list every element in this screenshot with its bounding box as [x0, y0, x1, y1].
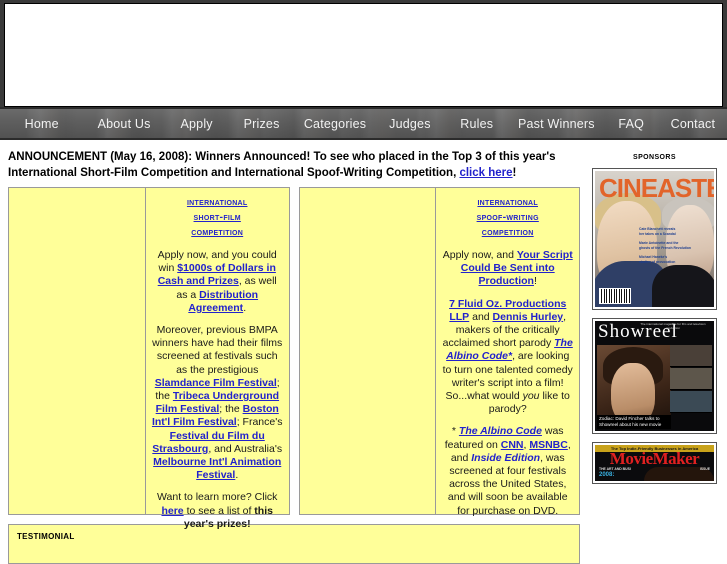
- melbourne-link[interactable]: Melbourne Int'l Animation Festival: [153, 456, 281, 481]
- announcement-banner: ANNOUNCEMENT (May 16, 2008): Winners Ann…: [8, 149, 580, 181]
- sponsor-moviemaker[interactable]: The Top Indie-Friendly Businesses in Ame…: [592, 442, 717, 484]
- spoof-writing-competition-title-link[interactable]: International Spoof-Writing Competition: [441, 195, 574, 240]
- sponsors-sidebar: Sponsors CINEASTE Cate Blanchett reveals…: [586, 140, 727, 564]
- dennis-hurley-link[interactable]: Dennis Hurley: [493, 311, 564, 323]
- spoof-title-line-2: Spoof-Writing: [476, 211, 539, 223]
- banner-wrapper: [0, 0, 727, 107]
- cineaste-wordmark: CINEASTE: [599, 173, 714, 203]
- spoof-p1-b: !: [533, 275, 537, 288]
- showreel-tagline: The international magazine for film and …: [640, 322, 706, 330]
- nav-item-faq[interactable]: FAQ: [604, 117, 659, 131]
- slamdance-link[interactable]: Slamdance Film Festival: [155, 377, 277, 389]
- moviemaker-wordmark: MovieMaker: [609, 449, 700, 468]
- moviemaker-cover-image: The Top Indie-Friendly Businesses in Ame…: [595, 445, 714, 481]
- nav-item-rules[interactable]: Rules: [445, 117, 509, 131]
- showreel-cover-caption: Zodiac: David Fincher talks to Showreel …: [597, 415, 671, 429]
- film-p2-a: Moreover, previous BMPA winners have had…: [152, 324, 283, 376]
- nav-item-judges[interactable]: Judges: [375, 117, 444, 131]
- announcement-line-2-post: !: [512, 167, 517, 179]
- cnn-link[interactable]: CNN: [501, 439, 524, 451]
- moviemaker-sub-right: ISSUE: [699, 467, 710, 471]
- film-paragraph-3: Want to learn more? Click here to see a …: [151, 491, 284, 531]
- here-link[interactable]: here: [161, 505, 183, 517]
- moviemaker-year: 2008:: [599, 472, 615, 478]
- nav-item-categories[interactable]: Categories: [295, 117, 376, 131]
- short-film-competition-title-link[interactable]: International Short-Film Competition: [151, 195, 284, 240]
- cineaste-barcode: [599, 288, 631, 304]
- albino-code-footnote-link[interactable]: The Albino Code: [459, 425, 542, 437]
- short-film-competition-image: [9, 188, 146, 514]
- showreel-thumb-2: [670, 368, 712, 390]
- film-p2-d: ; France's: [236, 416, 283, 429]
- film-paragraph-2: Moreover, previous BMPA winners have had…: [151, 324, 284, 482]
- film-paragraph-1: Apply now, and you could win $1000s of D…: [151, 249, 284, 315]
- cineaste-cover-blurbs: Cate Blanchett reveals her takes on a Sc…: [639, 227, 701, 265]
- main-navigation[interactable]: Home About Us Apply Prizes Categories Ju…: [0, 107, 727, 140]
- testimonial-heading: Testimonial: [17, 530, 75, 542]
- nav-item-home[interactable]: Home: [0, 117, 83, 131]
- short-film-competition-box: International Short-Film Competition Apply…: [8, 187, 290, 530]
- nav-item-prizes[interactable]: Prizes: [228, 117, 294, 131]
- film-p3-b: to see a list of: [183, 504, 255, 517]
- msnbc-link[interactable]: MSNBC: [529, 439, 568, 451]
- cineaste-body-right: [652, 265, 714, 307]
- spoof-paragraph-3: * The Albino Code was featured on CNN, M…: [441, 425, 574, 517]
- nav-item-past-winners[interactable]: Past Winners: [509, 117, 604, 131]
- moviemaker-sub-left: THE ART AND BUSI: [599, 467, 631, 471]
- cineaste-blurb-6: studies of provocation: [639, 260, 676, 264]
- announcement-click-here-link[interactable]: click here: [459, 167, 512, 179]
- announcement-line-1: ANNOUNCEMENT (May 16, 2008): Winners Ann…: [8, 151, 556, 163]
- page-root: Home About Us Apply Prizes Categories Ju…: [0, 0, 727, 564]
- moviemaker-subline: THE ART AND BUSI ISSUE: [599, 467, 710, 471]
- film-title-line-3: Competition: [191, 226, 244, 238]
- film-title-line-1: International: [186, 196, 248, 208]
- competition-boxes: International Short-Film Competition Apply…: [8, 187, 580, 530]
- sponsor-showreel[interactable]: Showreel The international magazine for …: [592, 318, 717, 434]
- inside-edition-text: Inside Edition: [471, 451, 541, 464]
- spoof-paragraph-2: 7 Fluid Oz. Productions LLP and Dennis H…: [441, 298, 574, 417]
- content-area: ANNOUNCEMENT (May 16, 2008): Winners Ann…: [0, 140, 727, 564]
- distribution-agreement-link[interactable]: Distribution Agreement: [188, 289, 258, 314]
- main-column: ANNOUNCEMENT (May 16, 2008): Winners Ann…: [0, 140, 586, 564]
- nav-item-about-us[interactable]: About Us: [83, 117, 164, 131]
- film-p2-f: .: [235, 469, 239, 482]
- sponsor-cineaste[interactable]: CINEASTE Cate Blanchett reveals her take…: [592, 168, 717, 310]
- spoof-p1-a: Apply now, and: [442, 249, 517, 261]
- film-p1-c: .: [243, 301, 247, 314]
- cineaste-cover-image: CINEASTE Cate Blanchett reveals her take…: [595, 171, 714, 307]
- spoof-writing-competition-text: International Spoof-Writing Competition Ap…: [436, 188, 579, 517]
- spoof-title-line-3: Competition: [481, 226, 534, 238]
- showreel-thumb-1: [670, 345, 712, 367]
- spoof-writing-competition-box: International Spoof-Writing Competition Ap…: [298, 187, 580, 517]
- testimonial-box: Testimonial: [8, 524, 580, 564]
- spoof-p2-a: and: [469, 310, 493, 323]
- spoof-p3-star: *: [451, 425, 459, 438]
- site-banner-image: [4, 3, 723, 107]
- short-film-competition-text: International Short-Film Competition Apply…: [146, 188, 289, 530]
- showreel-thumbnails: [670, 345, 712, 413]
- spoof-p2-you: you: [522, 390, 540, 403]
- spoof-paragraph-1: Apply now, and Your Script Could Be Sent…: [441, 249, 574, 289]
- nav-item-apply[interactable]: Apply: [165, 117, 229, 131]
- film-title-line-2: Short-Film: [193, 211, 241, 223]
- showreel-cover-image: Showreel The international magazine for …: [595, 321, 714, 431]
- film-p2-e: , and Australia's: [208, 442, 283, 455]
- sponsors-heading: Sponsors: [633, 150, 676, 162]
- showreel-thumb-3: [670, 391, 712, 413]
- spoof-title-line-1: International: [477, 196, 538, 208]
- nav-item-contact[interactable]: Contact: [659, 117, 727, 131]
- film-p3-a: Want to learn more? Click: [157, 491, 278, 504]
- spoof-writing-competition-image: [299, 188, 437, 514]
- film-p2-c: ; the: [219, 403, 243, 416]
- announcement-line-2-pre: International Short-Film Competition and…: [8, 167, 460, 179]
